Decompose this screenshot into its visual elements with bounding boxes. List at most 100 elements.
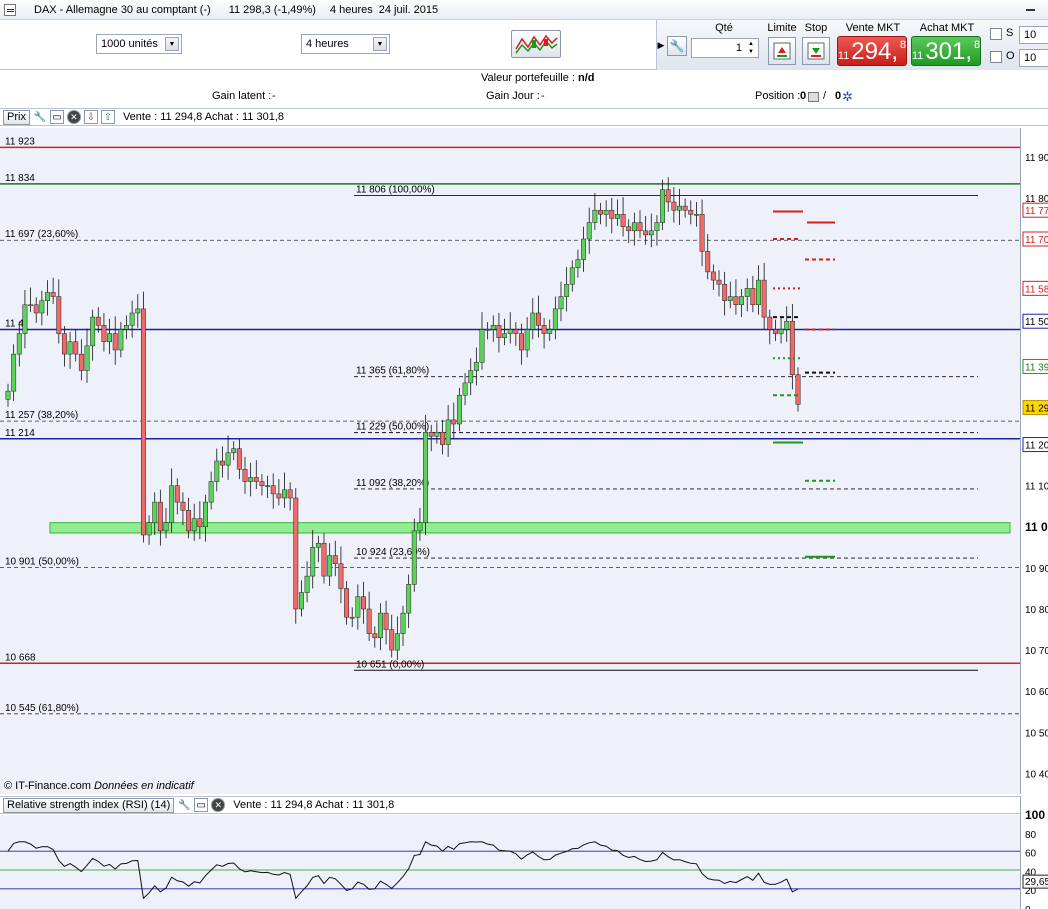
- candle-body: [293, 497, 299, 610]
- candle-body: [688, 209, 694, 215]
- wrench-icon[interactable]: 🔧: [33, 110, 47, 124]
- fib-label: 11 229 (50,00%): [356, 422, 429, 433]
- level-label: 11 923: [5, 136, 35, 147]
- candle-body: [423, 431, 429, 523]
- candle-body: [411, 530, 417, 585]
- day-gain-value: -: [541, 90, 545, 102]
- candle-body: [451, 419, 457, 425]
- candle-body: [631, 222, 637, 232]
- fib-label: 11 365 (61,80%): [356, 366, 429, 377]
- rsi-title[interactable]: Relative strength index (RSI) (14): [3, 797, 175, 813]
- candle-body: [84, 345, 90, 371]
- candle-body: [56, 296, 62, 334]
- candle-body: [16, 333, 22, 355]
- o-checkbox[interactable]: [990, 51, 1002, 63]
- candle-body: [581, 238, 587, 260]
- candle-body: [744, 288, 750, 297]
- axis-label: 10 40: [1025, 769, 1048, 780]
- buy-market-button[interactable]: 11 301, 8: [911, 36, 981, 66]
- o-label: O: [1006, 50, 1015, 62]
- candle-body: [67, 341, 73, 355]
- qty-stepper[interactable]: ▲ ▼: [745, 40, 757, 56]
- axis-label: 11 77: [1025, 206, 1048, 217]
- candle-body: [152, 501, 158, 523]
- rsi-chart[interactable]: [0, 815, 1020, 909]
- candle-body: [637, 222, 643, 232]
- candle-body: [598, 209, 603, 215]
- rsi-chart-svg[interactable]: [0, 815, 1020, 909]
- position-value: 0: [800, 90, 807, 102]
- position-detail-icon[interactable]: [808, 92, 819, 102]
- candle-body: [304, 575, 310, 593]
- latent-gain-value: -: [272, 90, 276, 102]
- candle-body: [5, 390, 11, 400]
- sell-market-button[interactable]: 11 294, 8: [837, 36, 907, 66]
- spin-down-icon[interactable]: ▼: [745, 48, 757, 56]
- candle-body: [180, 501, 186, 511]
- portfolio-value-label: Valeur portefeuille :: [481, 72, 575, 84]
- axis-label: 10 60: [1025, 687, 1048, 698]
- spin-up-icon[interactable]: ▲: [745, 40, 757, 48]
- candle-body: [705, 251, 711, 273]
- wrench-icon[interactable]: 🔧: [177, 798, 191, 812]
- rsi-axis[interactable]: 10080604020029,65: [1020, 796, 1048, 909]
- candle-body: [253, 477, 259, 482]
- rsi-axis-label: 0: [1025, 905, 1031, 909]
- window-menu-icon[interactable]: [4, 3, 16, 16]
- level-label: 11 4: [5, 318, 24, 329]
- window-icon[interactable]: ▭: [194, 798, 209, 812]
- candle-body: [456, 394, 462, 425]
- move-down-icon[interactable]: ⇩: [83, 110, 98, 124]
- copyright: © IT-Finance.com Données en indicatif: [4, 780, 194, 792]
- axis-label: 10 90: [1025, 564, 1048, 575]
- chevron-down-icon[interactable]: ▼: [165, 37, 179, 51]
- period-select[interactable]: 4 heures ▼: [301, 34, 390, 54]
- collapse-arrow-icon[interactable]: ▶: [657, 38, 665, 52]
- candle-body: [157, 501, 163, 532]
- candle-body: [750, 288, 756, 306]
- candle-body: [259, 481, 265, 486]
- candle-body: [22, 304, 28, 334]
- axis-label: 10 70: [1025, 646, 1048, 657]
- minimize-icon[interactable]: [1026, 9, 1035, 11]
- s-checkbox[interactable]: [990, 28, 1002, 40]
- candle-body: [468, 370, 474, 384]
- axis-label: 10 50: [1025, 728, 1048, 739]
- rsi-current-label: 29,65: [1025, 877, 1048, 888]
- candle-body: [78, 353, 84, 371]
- window-icon[interactable]: ▭: [49, 110, 64, 124]
- s-input[interactable]: 10: [1019, 26, 1048, 44]
- candle-body: [169, 485, 175, 523]
- price-chart-svg[interactable]: 11 923 11 834 11 697 (23,60%) 11 4 11 257 (3…: [0, 128, 1020, 794]
- candlestick-chart-icon: [515, 34, 558, 54]
- price-axis[interactable]: 11 9011 8011 7711 7011 5811 5011 3911 30…: [1020, 128, 1048, 794]
- move-up-icon[interactable]: ⇧: [100, 110, 115, 124]
- candle-body: [665, 189, 671, 203]
- candle-body: [733, 296, 739, 306]
- candle-body: [332, 555, 338, 565]
- candle-body: [310, 547, 316, 577]
- axis-label: 11 20: [1025, 441, 1048, 452]
- candle-body: [485, 329, 491, 331]
- gear-icon[interactable]: ✲: [842, 89, 853, 105]
- candle-body: [389, 629, 395, 651]
- price-chart[interactable]: 11 923 11 834 11 697 (23,60%) 11 4 11 257 (3…: [0, 128, 1020, 794]
- settings-wrench-button[interactable]: 🔧: [667, 36, 687, 56]
- tab-prix[interactable]: Prix: [3, 109, 30, 125]
- candle-body: [756, 279, 761, 306]
- position-value-2: 0: [835, 90, 842, 102]
- limit-order-icon: [773, 42, 791, 60]
- stop-order-button[interactable]: [802, 37, 830, 65]
- close-icon[interactable]: ✕: [66, 110, 81, 124]
- units-select[interactable]: 1000 unités ▼: [96, 34, 182, 54]
- close-icon[interactable]: ✕: [211, 798, 226, 812]
- chevron-down-icon[interactable]: ▼: [373, 37, 387, 51]
- candle-body: [366, 608, 372, 634]
- o-input[interactable]: 10: [1019, 49, 1048, 67]
- axis-label: 11 0: [1025, 520, 1048, 534]
- level-label: 11 697 (23,60%): [5, 229, 78, 240]
- instrument-title: DAX - Allemagne 30 au comptant (-): [34, 3, 211, 16]
- chart-type-button[interactable]: [511, 30, 561, 58]
- qty-input[interactable]: 1 ▲ ▼: [691, 38, 759, 58]
- limit-order-button[interactable]: [768, 37, 796, 65]
